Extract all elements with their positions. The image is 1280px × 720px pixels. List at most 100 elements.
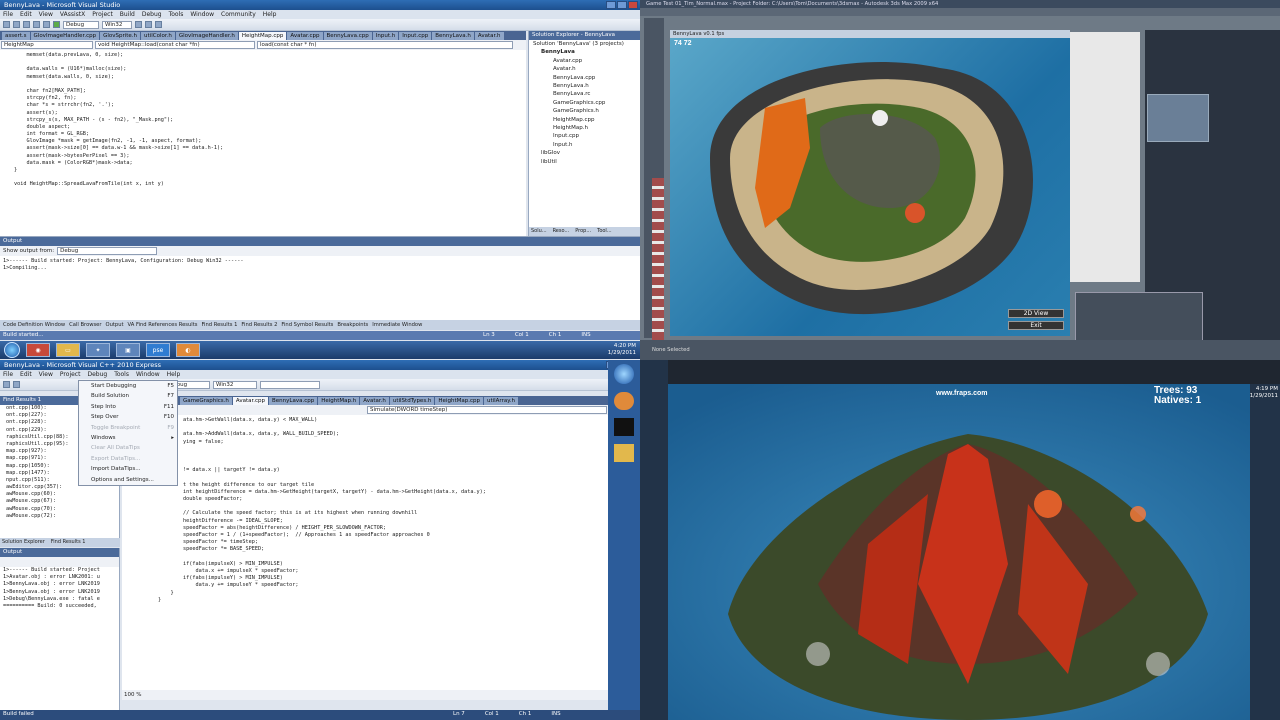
solution-file[interactable]: Input.h <box>533 141 640 149</box>
taskbar-window-icon[interactable]: ▣ <box>116 343 140 357</box>
bottom-tab[interactable]: Find Symbol Results <box>281 320 333 330</box>
editor-tab[interactable]: Avatar.h <box>474 32 504 40</box>
properties-icon[interactable] <box>155 21 162 28</box>
debug-menu-item[interactable]: Start Debugging F5 <box>79 381 177 391</box>
2d-view-button[interactable]: 2D View <box>1008 309 1064 318</box>
editor-tab[interactable]: Avatar.cpp <box>232 397 269 405</box>
side-tab[interactable]: Reso... <box>551 227 572 236</box>
editor-tab[interactable]: GlovImageHandler.h <box>175 32 238 40</box>
bottom-tab[interactable]: Breakpoints <box>337 320 368 330</box>
editor-tab[interactable]: Avatar.cpp <box>287 32 323 40</box>
left-tab[interactable]: Solution Explorer <box>0 538 47 547</box>
menu-view[interactable]: View <box>39 370 53 379</box>
maximize-button[interactable] <box>617 1 627 9</box>
taskbar-explorer-icon[interactable]: ▭ <box>56 343 80 357</box>
solution-file[interactable]: BennyLava.rc <box>533 90 640 98</box>
menu-edit[interactable]: Edit <box>20 10 32 19</box>
solution-file[interactable]: Avatar.cpp <box>533 57 640 65</box>
code-editor[interactable]: ata.hm->GetWall(data.x, data.y) < MAX_WA… <box>122 415 608 680</box>
close-button[interactable] <box>628 1 638 9</box>
debug-menu-item[interactable]: Clear All DataTips <box>79 443 177 453</box>
editor-tab[interactable]: HeightMap.cpp <box>238 32 287 40</box>
debug-menu-item[interactable]: Toggle Breakpoint F9 <box>79 423 177 433</box>
editor-tab[interactable]: utilStdTypes.h <box>389 397 435 405</box>
editor-tab[interactable]: Avatar.h <box>360 397 389 405</box>
solution-file[interactable]: BennyLava.h <box>533 82 640 90</box>
class-combo[interactable]: HeightMap <box>1 41 93 49</box>
zoom-level[interactable]: 100 % <box>122 690 608 700</box>
editor-tab[interactable]: HeightMap.h <box>318 397 360 405</box>
solution-root[interactable]: Solution 'BennyLava' (3 projects) <box>533 40 640 48</box>
redo-icon[interactable] <box>43 21 50 28</box>
solution-file[interactable]: HeightMap.h <box>533 124 640 132</box>
start-orb-icon[interactable] <box>614 364 634 384</box>
debug-menu-item[interactable]: Windows ▸ <box>79 433 177 443</box>
find-combo[interactable] <box>260 380 320 389</box>
output-text[interactable]: 1>------ Build started: Project 1>Avatar.… <box>0 567 119 611</box>
project-node[interactable]: BennyLava <box>533 48 640 56</box>
editor-tab[interactable]: Input.h <box>372 32 399 40</box>
debug-menu-item[interactable]: Step Into F11 <box>79 402 177 412</box>
save-icon[interactable] <box>23 21 30 28</box>
bottom-tab[interactable]: VA Find References Results <box>128 320 198 330</box>
folder-icon[interactable] <box>614 444 634 462</box>
editor-tab[interactable]: utilArray.h <box>483 397 518 405</box>
system-clock[interactable]: 4:19 PM 1/29/2011 <box>1250 386 1278 400</box>
max-tool-icons[interactable] <box>652 178 664 358</box>
taskbar-tools-icon[interactable]: ✦ <box>86 343 110 357</box>
game-viewport-bottom[interactable]: www.fraps.com Trees: 93 Natives: 1 4:19 … <box>640 360 1280 720</box>
save-icon[interactable] <box>13 381 20 388</box>
menu-tools[interactable]: Tools <box>114 370 129 379</box>
taskbar-chrome-icon[interactable]: ◉ <box>26 343 50 357</box>
find-icon[interactable] <box>135 21 142 28</box>
menu-help[interactable]: Help <box>167 370 181 379</box>
editor-tab[interactable]: BennyLava.h <box>432 32 474 40</box>
function-combo[interactable]: void HeightMap::load(const char *fn) <box>95 41 255 49</box>
menu-debug[interactable]: Debug <box>87 370 107 379</box>
bottom-tab[interactable]: Code Definition Window <box>3 320 65 330</box>
new-file-icon[interactable] <box>3 21 10 28</box>
editor-tab[interactable]: BennyLava.cpp <box>323 32 372 40</box>
editor-tab[interactable]: assert.s <box>2 32 30 40</box>
scope-combo[interactable]: Simulate(DWORD timeStep) <box>367 406 607 414</box>
platform-combo[interactable]: Win32 <box>213 380 257 389</box>
system-clock[interactable]: 4:20 PM 1/29/2011 <box>608 343 636 357</box>
undo-icon[interactable] <box>33 21 40 28</box>
bottom-tab[interactable]: Output <box>106 320 124 330</box>
minimize-button[interactable] <box>606 1 616 9</box>
debug-menu-item[interactable]: Step Over F10 <box>79 412 177 422</box>
menu-community[interactable]: Community <box>221 10 256 19</box>
app-icon[interactable] <box>614 418 634 436</box>
taskbar-firefox-icon[interactable]: ◐ <box>176 343 200 357</box>
menu-debug[interactable]: Debug <box>142 10 162 19</box>
project-node[interactable]: libGlov <box>533 149 640 157</box>
solution-file[interactable]: BennyLava.cpp <box>533 74 640 82</box>
project-node[interactable]: libUtil <box>533 158 640 166</box>
editor-tab[interactable]: Input.cpp <box>399 32 432 40</box>
menu-window[interactable]: Window <box>136 370 160 379</box>
side-tab[interactable]: Prop... <box>573 227 593 236</box>
solution-file[interactable]: HeightMap.cpp <box>533 116 640 124</box>
editor-tab[interactable]: HeightMap.cpp <box>435 397 483 405</box>
exit-button[interactable]: Exit <box>1008 321 1064 330</box>
member-combo[interactable]: load(const char * fn) <box>257 41 513 49</box>
menu-vassistx[interactable]: VAssistX <box>60 10 85 19</box>
start-debug-icon[interactable] <box>53 21 60 28</box>
menu-view[interactable]: View <box>39 10 53 19</box>
bottom-tab[interactable]: Call Browser <box>69 320 101 330</box>
menu-project[interactable]: Project <box>60 370 81 379</box>
solution-file[interactable]: GameGraphics.h <box>533 107 640 115</box>
left-tab[interactable]: Find Results 1 <box>49 538 88 547</box>
menu-project[interactable]: Project <box>92 10 113 19</box>
menu-file[interactable]: File <box>3 10 13 19</box>
side-tab[interactable]: Tool... <box>595 227 613 236</box>
bottom-tab[interactable]: Immediate Window <box>372 320 422 330</box>
solution-file[interactable]: Input.cpp <box>533 132 640 140</box>
start-button[interactable] <box>4 342 20 358</box>
new-file-icon[interactable] <box>3 381 10 388</box>
editor-tab[interactable]: GameGraphics.h <box>180 397 232 405</box>
editor-tab[interactable]: utilColor.h <box>141 32 175 40</box>
solution-explorer-icon[interactable] <box>145 21 152 28</box>
editor-tab[interactable]: GlovSprite.h <box>100 32 141 40</box>
code-editor[interactable]: memset(data.prevLava, 0, size); data.wal… <box>0 50 526 225</box>
